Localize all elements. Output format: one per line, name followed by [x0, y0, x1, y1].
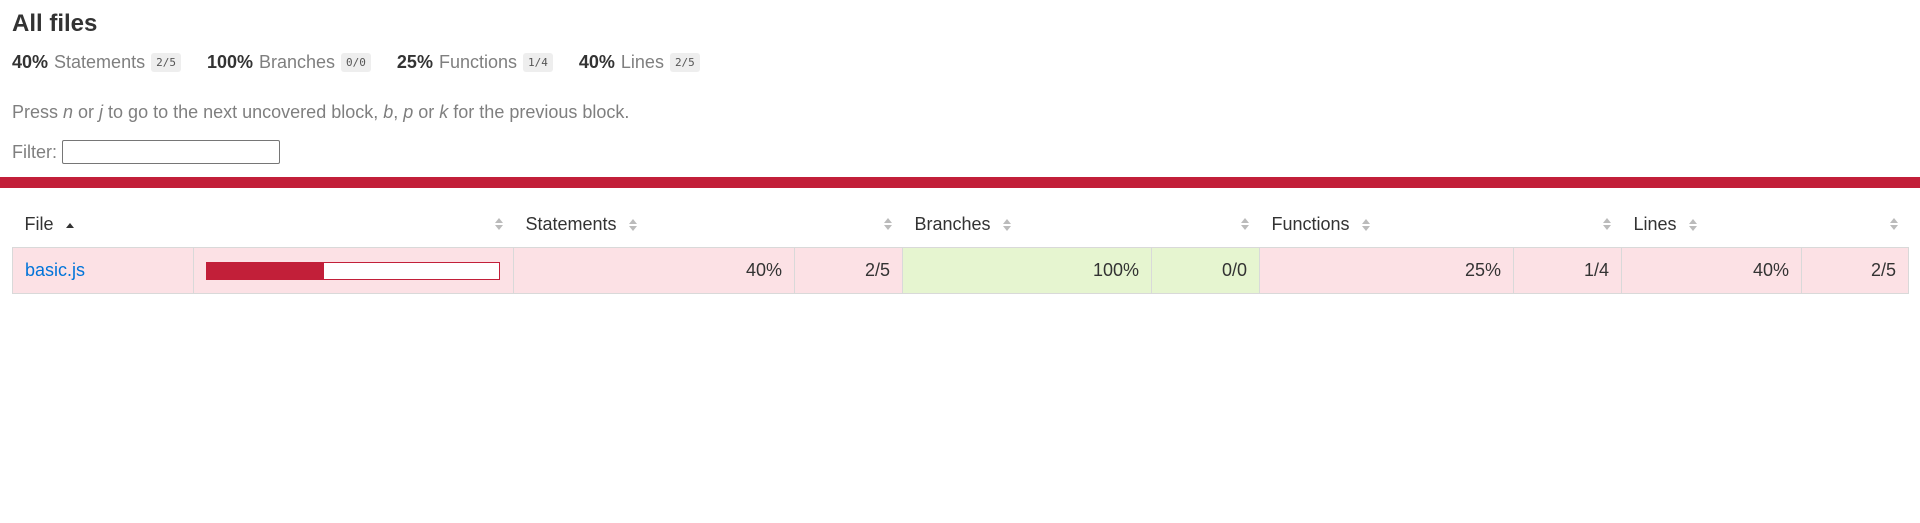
summary-pct: 40% [578, 51, 615, 72]
help-text: for the previous block. [448, 102, 630, 122]
help-key: b [383, 102, 394, 122]
branches-header[interactable]: Branches [903, 202, 1260, 248]
lines-pct-cell: 40% [1621, 247, 1802, 294]
file-header[interactable]: File [13, 202, 194, 248]
summary-fraction: 2/5 [151, 52, 181, 72]
coverage-bar-fill [207, 262, 324, 279]
header-label: Lines [1633, 214, 1677, 234]
sort-icon [883, 218, 892, 230]
summary-branches: 100% Branches 0/0 [207, 52, 371, 73]
help-key: p [403, 102, 414, 122]
help-key: k [439, 102, 449, 122]
lines-fraction-cell: 2/5 [1800, 247, 1910, 294]
page-title: All files [12, 10, 98, 37]
summary-functions: 25% Functions 1/4 [397, 52, 553, 73]
keyboard-help-text: Press n or j to go to the next uncovered… [12, 102, 1908, 123]
sort-icon [1002, 219, 1011, 232]
file-sort-header[interactable] [194, 202, 514, 248]
coverage-bar [206, 261, 500, 280]
header-label: Functions [1271, 214, 1350, 234]
statements-pct-cell: 40% [513, 247, 795, 294]
summary-pct: 40% [12, 51, 49, 72]
filter-input[interactable] [62, 140, 280, 164]
help-text: to go to the next uncovered block, [103, 102, 384, 122]
sort-ascending-icon [65, 223, 74, 229]
summary-fraction: 0/0 [341, 52, 371, 72]
sort-icon [1602, 218, 1611, 230]
functions-pct-cell: 25% [1259, 247, 1514, 294]
sort-icon [494, 218, 503, 230]
coverage-summary: 40% Statements 2/5 100% Branches 0/0 25%… [12, 49, 1908, 75]
table-header-row: File Statements Branches Functions Lines [13, 202, 1909, 248]
functions-fraction-cell: 1/4 [1513, 247, 1622, 294]
file-cell: basic.js [12, 247, 194, 294]
sort-icon [1240, 218, 1249, 230]
coverage-bar-cell [193, 247, 514, 294]
table-row: basic.js 40% 2/5 100% 0/0 25% 1/4 40% 2/… [12, 247, 1910, 294]
summary-label: Functions [438, 51, 517, 72]
sort-icon [1688, 219, 1697, 232]
help-text: , [393, 102, 404, 122]
summary-label: Statements [54, 51, 146, 72]
statements-fraction-cell: 2/5 [794, 247, 903, 294]
summary-pct: 100% [206, 51, 253, 72]
filter-row: Filter: [12, 140, 1908, 164]
summary-fraction: 2/5 [669, 52, 700, 72]
help-text: Press [12, 102, 64, 122]
header-label: File [24, 214, 54, 234]
sort-icon [1361, 219, 1370, 232]
summary-pct: 25% [396, 51, 433, 72]
summary-statements: 40% Statements 2/5 [12, 52, 181, 73]
branches-fraction-cell: 0/0 [1151, 247, 1260, 294]
coverage-table: File Statements Branches Functions Lines… [12, 202, 1910, 294]
filter-label: Filter: [12, 141, 57, 162]
statements-header[interactable]: Statements [514, 202, 903, 248]
header-label: Branches [914, 214, 991, 234]
branches-pct-cell: 100% [902, 247, 1152, 294]
summary-label: Lines [620, 51, 664, 72]
header-label: Statements [525, 214, 617, 234]
lines-header[interactable]: Lines [1622, 202, 1909, 248]
summary-fraction: 1/4 [523, 52, 553, 72]
file-link[interactable]: basic.js [25, 260, 85, 280]
sort-icon [628, 219, 637, 232]
coverage-status-bar [0, 177, 1920, 188]
summary-lines: 40% Lines 2/5 [579, 52, 700, 73]
sort-icon [1889, 218, 1898, 230]
help-text: or [413, 102, 440, 122]
help-key: n [63, 102, 74, 122]
functions-header[interactable]: Functions [1260, 202, 1622, 248]
summary-label: Branches [259, 51, 336, 72]
help-text: or [73, 102, 100, 122]
